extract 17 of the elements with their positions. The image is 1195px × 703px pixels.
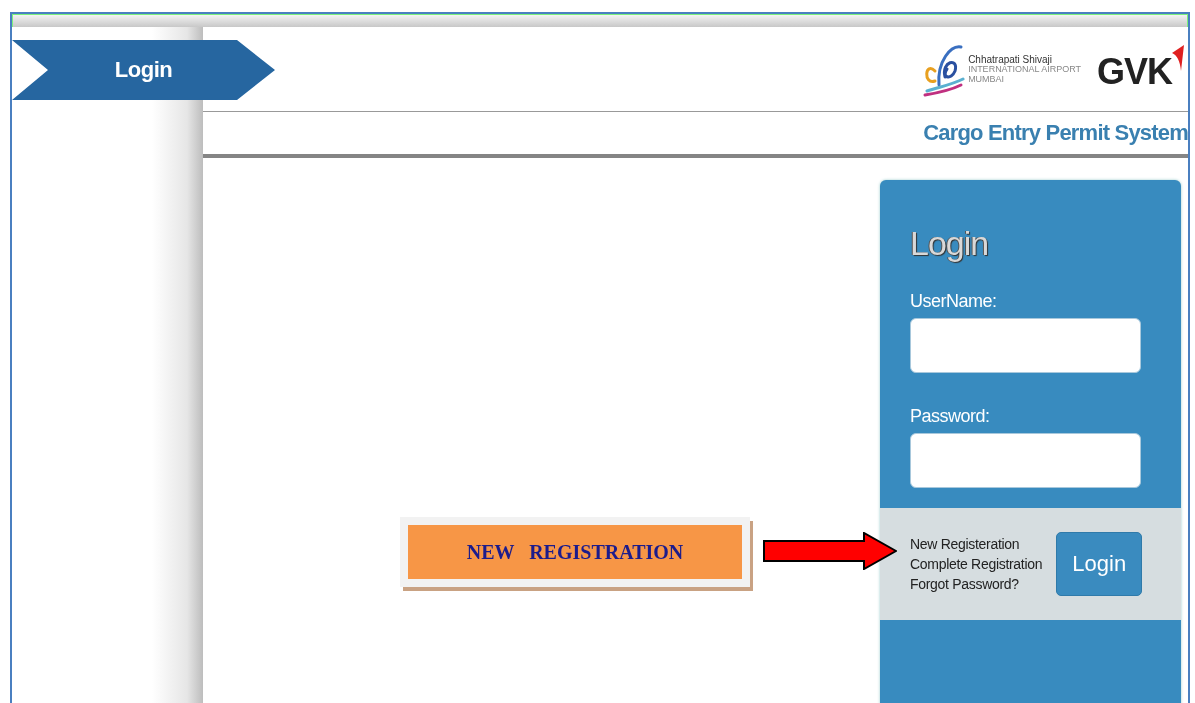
input-field[interactable] [910, 318, 1141, 373]
field-label: Password: [910, 406, 991, 427]
logo-text: MUMBAI [968, 74, 1006, 85]
login-button[interactable]: Login [1056, 532, 1143, 596]
link[interactable]: New Registeration [910, 536, 1043, 552]
input-field[interactable] [910, 433, 1141, 488]
panel-title: Login [910, 224, 990, 263]
logo-text: Chhatrapati Shivaji [968, 53, 1053, 65]
logo-text: INTERNATIONAL AIRPORT [968, 64, 1081, 75]
company-logo-text: GVK [1097, 51, 1172, 93]
callout-label: NEW REGISTRATION [408, 525, 742, 579]
link[interactable]: Forgot Password? [910, 576, 1043, 592]
link[interactable]: Complete Registration [910, 556, 1043, 572]
system-title: Cargo Entry Permit System [923, 120, 1188, 146]
field-label: UserName: [910, 291, 998, 312]
arrow-icon [763, 532, 897, 570]
ribbon-label: Login [114, 57, 173, 83]
